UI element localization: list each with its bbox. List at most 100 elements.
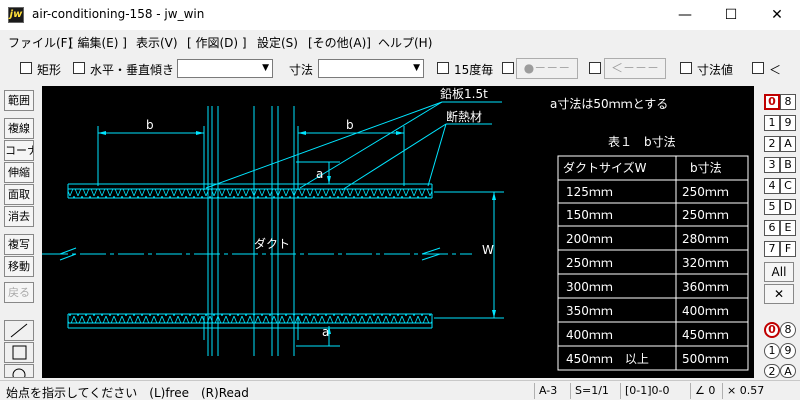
layer-f[interactable]: F (780, 241, 796, 257)
dimval-checkbox[interactable] (680, 62, 692, 74)
deg15-checkbox[interactable] (437, 62, 449, 74)
table-header: ダクトサイズW (563, 160, 647, 175)
minimize-button[interactable]: — (662, 0, 708, 30)
layer-d[interactable]: D (780, 199, 796, 215)
dim-a-bottom: a (322, 325, 329, 339)
menu-view[interactable]: 表示(V) (136, 34, 178, 51)
circle-icon (12, 368, 26, 377)
control-toolbar: 矩形 水平・垂直 傾き ▼ 寸法 ▼ 15度毎 ●－－－ ＜－－－ 寸法値 ＜ (0, 56, 800, 82)
table-cell: 360ｍｍ (682, 280, 729, 294)
layer-cancel-button[interactable]: ✕ (764, 284, 794, 304)
hv-checkbox[interactable] (73, 62, 85, 74)
dimension-note: a寸法は50ｍｍとする (550, 97, 668, 111)
tool-stretch[interactable]: 伸縮 (4, 162, 34, 183)
dim-combo[interactable]: ▼ (318, 59, 424, 78)
layer-e[interactable]: E (780, 220, 796, 236)
tool-corner[interactable]: コーナー (4, 140, 34, 161)
tool-erase[interactable]: 消去 (4, 206, 34, 227)
menu-draw[interactable]: [ 作図(D) ] (187, 34, 247, 51)
layer-7[interactable]: 7 (764, 241, 780, 257)
group-8[interactable]: 8 (780, 322, 796, 338)
app-logo-icon: jw (8, 7, 24, 23)
tool-move[interactable]: 移動 (4, 256, 34, 277)
table-cell: 250ｍｍ (682, 208, 729, 222)
layer-panel: 0 8 1 9 2 A 3 B 4 C 5 D 6 E 7 F All ✕ 0 … (758, 92, 800, 382)
point-button[interactable]: ●－－－ (516, 58, 578, 79)
table-title: 表１ b寸法 (608, 135, 676, 149)
dropdown-arrow-icon: ▼ (262, 63, 269, 73)
scale-readout[interactable]: S=1/1 (570, 383, 618, 399)
group-9[interactable]: 9 (780, 343, 796, 359)
layer-b[interactable]: B (780, 157, 796, 173)
multiplier-readout[interactable]: × 0.57 (722, 383, 798, 399)
layer-0[interactable]: 0 (764, 94, 780, 110)
dim-label: 寸法 (289, 63, 314, 77)
group-0[interactable]: 0 (764, 322, 780, 338)
table-cell: 200ｍｍ (566, 232, 613, 246)
tool-undo[interactable]: 戻る (4, 282, 34, 303)
layer-9[interactable]: 9 (780, 115, 796, 131)
arrow-checkbox[interactable] (589, 62, 601, 74)
layer-5[interactable]: 5 (764, 199, 780, 215)
close-button[interactable]: ✕ (754, 0, 800, 30)
tool-circle[interactable] (4, 364, 34, 378)
table-header: b寸法 (690, 161, 722, 175)
drawing-canvas[interactable]: 鉛板1.5t 断熱材 a寸法は50ｍｍとする b b a a W ダクト 表１ … (42, 86, 754, 378)
hv-label: 水平・垂直 (90, 63, 151, 77)
table-cell: 450ｍｍ (682, 328, 729, 342)
layer-a[interactable]: A (780, 136, 796, 152)
lt-label: ＜ (769, 63, 782, 77)
layer-2[interactable]: 2 (764, 136, 780, 152)
deg15-label: 15度毎 (454, 63, 494, 77)
menu-edit[interactable]: [ 編集(E) ] (69, 34, 127, 51)
table-cell: 450ｍｍ 以上 (566, 352, 649, 366)
table-cell: 320ｍｍ (682, 256, 729, 270)
menu-other[interactable]: [その他(A)] (308, 34, 371, 51)
group-1[interactable]: 1 (764, 343, 780, 359)
insulation-label: 断熱材 (446, 109, 482, 124)
status-message: 始点を指示してください (L)free (R)Read (6, 386, 249, 400)
maximize-button[interactable]: ☐ (708, 0, 754, 30)
tool-line[interactable] (4, 320, 34, 341)
group-2[interactable]: 2 (764, 364, 780, 378)
tilt-combo[interactable]: ▼ (177, 59, 273, 78)
size-table: ダクトサイズW b寸法 125ｍｍ 250ｍｍ 150ｍｍ 250ｍｍ 200ｍ… (563, 160, 729, 366)
layer-4[interactable]: 4 (764, 178, 780, 194)
table-cell: 250ｍｍ (566, 256, 613, 270)
dim-b-right: b (346, 118, 354, 132)
menu-file[interactable]: ファイル(F) (8, 34, 72, 51)
tool-range[interactable]: 範囲 (4, 90, 34, 111)
tool-chamfer[interactable]: 面取 (4, 184, 34, 205)
layer-3[interactable]: 3 (764, 157, 780, 173)
angle-readout[interactable]: ∠ 0 (690, 383, 720, 399)
lt-checkbox[interactable] (752, 62, 764, 74)
tool-copy[interactable]: 複写 (4, 234, 34, 255)
duct-outline (59, 101, 504, 356)
dimval-label: 寸法値 (697, 63, 734, 77)
dropdown-arrow-icon: ▼ (413, 63, 420, 73)
dim-a-top: a (316, 167, 323, 181)
layer-1[interactable]: 1 (764, 115, 780, 131)
window-title: air-conditioning-158 - jw_win (32, 7, 205, 21)
menu-settings[interactable]: 設定(S) (257, 34, 298, 51)
layer-6[interactable]: 6 (764, 220, 780, 236)
rect-checkbox[interactable] (20, 62, 32, 74)
layer-readout[interactable]: [0-1]0-0 (620, 383, 686, 399)
layer-8[interactable]: 8 (780, 94, 796, 110)
paper-size[interactable]: A-3 (534, 383, 568, 399)
table-cell: 125ｍｍ (566, 185, 613, 199)
tool-parallel[interactable]: 複線 (4, 118, 34, 139)
tool-rectangle[interactable] (4, 342, 34, 363)
left-tool-panel: 範囲 複線 コーナー 伸縮 面取 消去 複写 移動 戻る (0, 88, 42, 378)
group-a[interactable]: A (780, 364, 796, 378)
layer-c[interactable]: C (780, 178, 796, 194)
table-cell: 280ｍｍ (682, 232, 729, 246)
status-bar: 始点を指示してください (L)free (R)Read A-3 S=1/1 [0… (0, 380, 800, 400)
point-checkbox[interactable] (502, 62, 514, 74)
table-cell: 300ｍｍ (566, 280, 613, 294)
arrow-button[interactable]: ＜－－－ (604, 58, 666, 79)
menu-help[interactable]: ヘルプ(H) (378, 34, 432, 51)
table-cell: 400ｍｍ (566, 328, 613, 342)
table-cell: 500ｍｍ (682, 352, 729, 366)
all-layers-button[interactable]: All (764, 262, 794, 282)
